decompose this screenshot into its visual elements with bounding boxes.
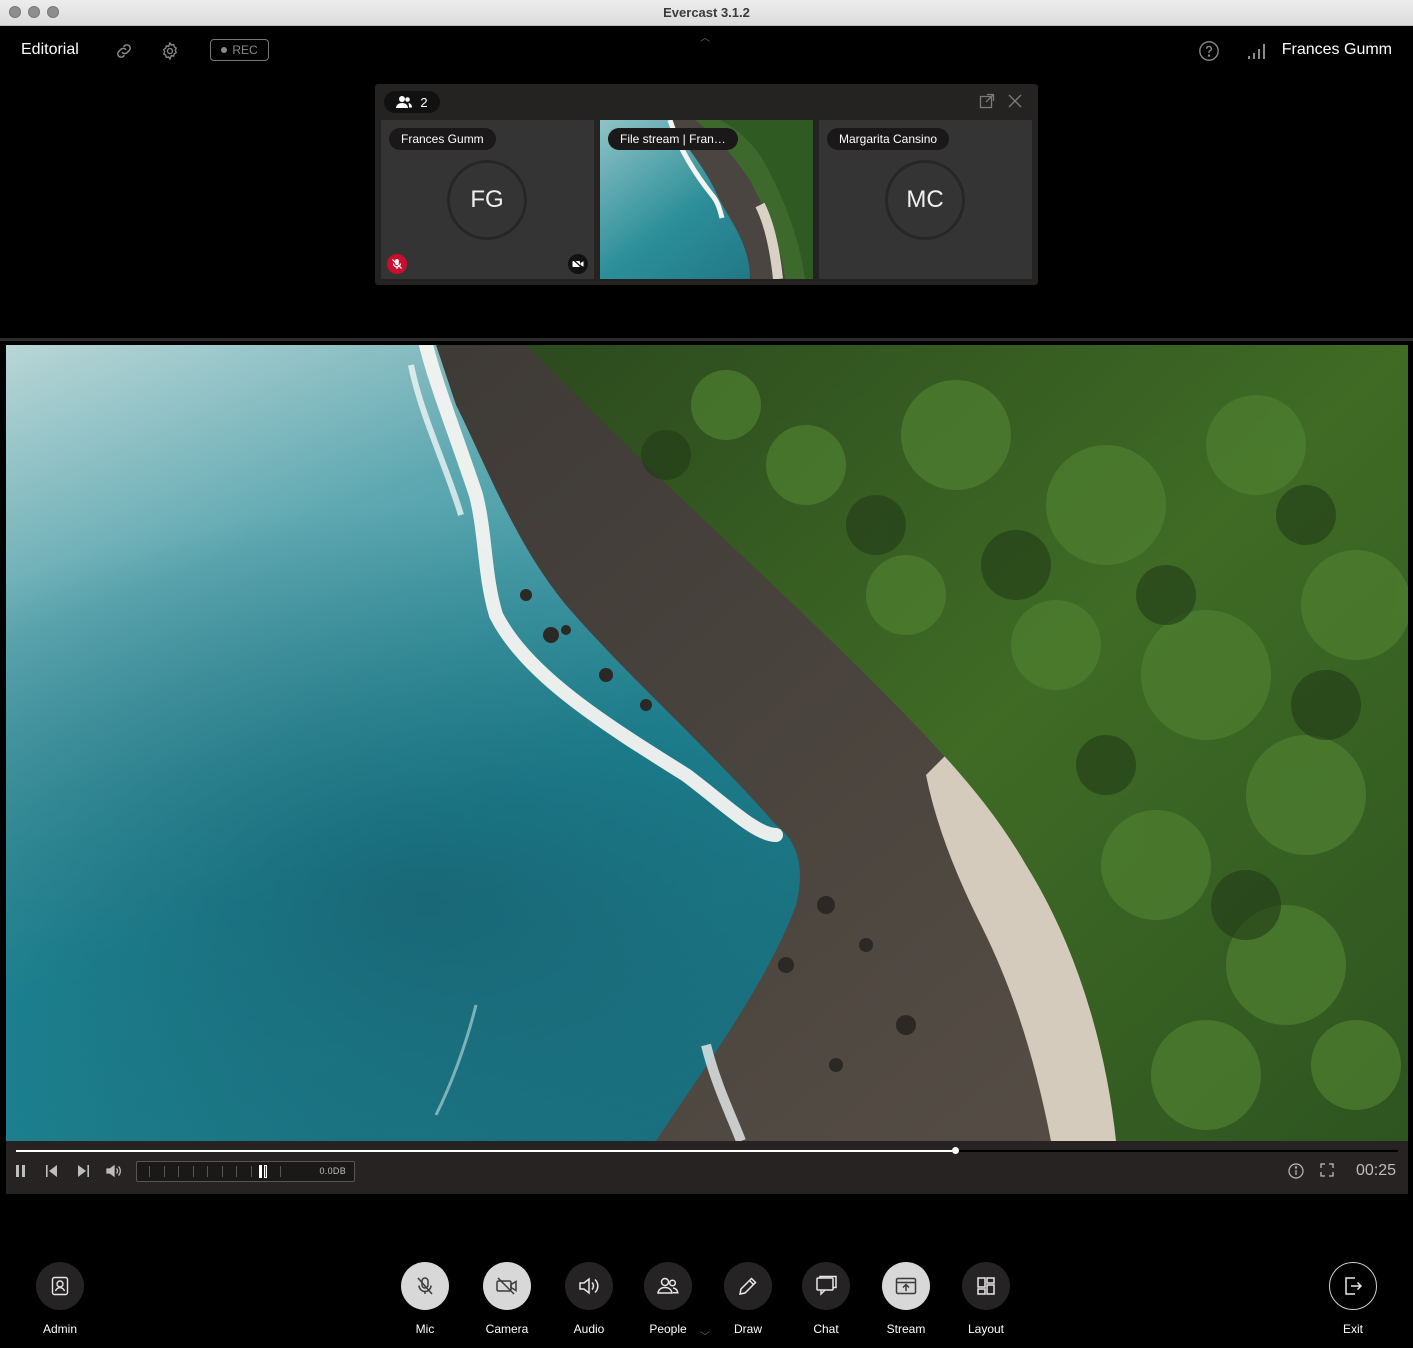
popout-icon[interactable] <box>979 93 995 114</box>
step-back-icon[interactable] <box>45 1164 59 1178</box>
meter-tick <box>178 1166 179 1177</box>
window-title: Evercast 3.1.2 <box>663 5 750 20</box>
rec-button[interactable]: REC <box>210 39 269 61</box>
current-user-name[interactable]: Frances Gumm <box>1282 41 1392 59</box>
draw-button[interactable]: Draw <box>713 1262 783 1336</box>
meter-tick <box>250 1166 252 1177</box>
camera-button[interactable]: Camera <box>472 1262 542 1336</box>
participant-count-value: 2 <box>420 94 428 110</box>
layout-button[interactable]: Layout <box>951 1262 1021 1336</box>
meter-tick <box>207 1166 208 1177</box>
meter-tick <box>192 1166 194 1177</box>
mic-muted-icon <box>387 254 407 274</box>
participant-name-label: File stream | Fran… <box>608 128 738 150</box>
exit-label: Exit <box>1342 1322 1363 1336</box>
link-icon[interactable] <box>112 39 136 63</box>
pencil-icon <box>724 1262 772 1310</box>
stream-label: Stream <box>886 1322 926 1336</box>
collapse-chevron-up-icon[interactable]: ︿ <box>700 29 710 44</box>
pause-icon[interactable] <box>15 1164 27 1178</box>
mic-button[interactable]: Mic <box>390 1262 460 1336</box>
admin-label: Admin <box>42 1322 77 1336</box>
progress-handle[interactable] <box>952 1147 960 1154</box>
step-forward-icon[interactable] <box>76 1164 90 1178</box>
layout-label: Layout <box>967 1322 1005 1336</box>
meter-tick <box>221 1166 223 1177</box>
audio-level-db: 0.0DB <box>319 1166 346 1176</box>
main-stream-view[interactable] <box>6 345 1408 1141</box>
participants-panel: 2 Frances Gumm FG File stream | Fran… Ma… <box>375 84 1038 285</box>
window-titlebar: Evercast 3.1.2 <box>0 0 1413 26</box>
participant-name-label: Frances Gumm <box>389 128 496 150</box>
people-icon <box>644 1262 692 1310</box>
participant-tile-margarita-cansino[interactable]: Margarita Cansino MC <box>819 120 1032 279</box>
audio-label: Audio <box>573 1322 605 1336</box>
exit-icon <box>1329 1262 1377 1310</box>
people-icon <box>396 96 413 108</box>
progress-fill <box>16 1150 956 1152</box>
bottom-toolbar: Admin Mic Camera Audio People Draw Chat … <box>0 1194 1413 1348</box>
avatar: FG <box>447 160 527 240</box>
fullscreen-icon[interactable] <box>1320 1163 1334 1177</box>
people-button[interactable]: People <box>633 1262 703 1336</box>
admin-icon <box>36 1262 84 1310</box>
volume-icon[interactable] <box>106 1164 122 1178</box>
mic-label: Mic <box>415 1322 435 1336</box>
participant-tile-frances-gumm[interactable]: Frances Gumm FG <box>381 120 594 279</box>
audio-level-thumb[interactable] <box>259 1165 262 1178</box>
timecode: 00:25 <box>1355 1162 1396 1179</box>
progress-bar[interactable] <box>16 1147 1398 1154</box>
admin-button[interactable]: Admin <box>25 1262 95 1336</box>
layout-grid-icon <box>962 1262 1010 1310</box>
draw-label: Draw <box>733 1322 762 1336</box>
rec-label: REC <box>232 43 258 57</box>
chat-icon <box>802 1262 850 1310</box>
participant-count[interactable]: 2 <box>384 91 440 113</box>
stage-divider <box>0 338 1413 341</box>
avatar: MC <box>885 160 965 240</box>
signal-strength-icon <box>1245 39 1269 63</box>
app-header: Editorial REC ︿ Frances Gumm <box>0 26 1413 76</box>
chat-button[interactable]: Chat <box>791 1262 861 1336</box>
meter-tick <box>236 1166 237 1177</box>
speaker-icon <box>565 1262 613 1310</box>
mic-off-icon <box>401 1262 449 1310</box>
player-controls: 0.0DB 00:25 <box>6 1141 1408 1194</box>
camera-off-icon <box>483 1262 531 1310</box>
session-name: Editorial <box>21 41 79 58</box>
help-icon[interactable] <box>1197 39 1221 63</box>
stream-icon <box>882 1262 930 1310</box>
close-icon[interactable] <box>1007 93 1023 114</box>
meter-tick <box>149 1166 150 1177</box>
participant-name-label: Margarita Cansino <box>827 128 950 150</box>
meter-tick <box>265 1166 266 1177</box>
exit-button[interactable]: Exit <box>1318 1262 1388 1336</box>
camera-label: Camera <box>485 1322 529 1336</box>
info-icon[interactable] <box>1288 1163 1304 1179</box>
camera-off-icon <box>568 254 588 274</box>
chat-label: Chat <box>813 1322 839 1336</box>
stream-button[interactable]: Stream <box>871 1262 941 1336</box>
audio-level-meter[interactable]: 0.0DB <box>136 1161 355 1182</box>
meter-tick <box>279 1166 281 1177</box>
participant-tile-file-stream[interactable]: File stream | Fran… <box>600 120 813 279</box>
people-label: People <box>649 1322 687 1336</box>
audio-button[interactable]: Audio <box>554 1262 624 1336</box>
gear-icon[interactable] <box>158 39 182 63</box>
meter-tick <box>163 1166 165 1177</box>
collapse-chevron-down-icon[interactable]: ﹀ <box>700 1328 710 1343</box>
rec-dot-icon <box>221 47 228 53</box>
stream-video-frame <box>6 345 1408 1141</box>
